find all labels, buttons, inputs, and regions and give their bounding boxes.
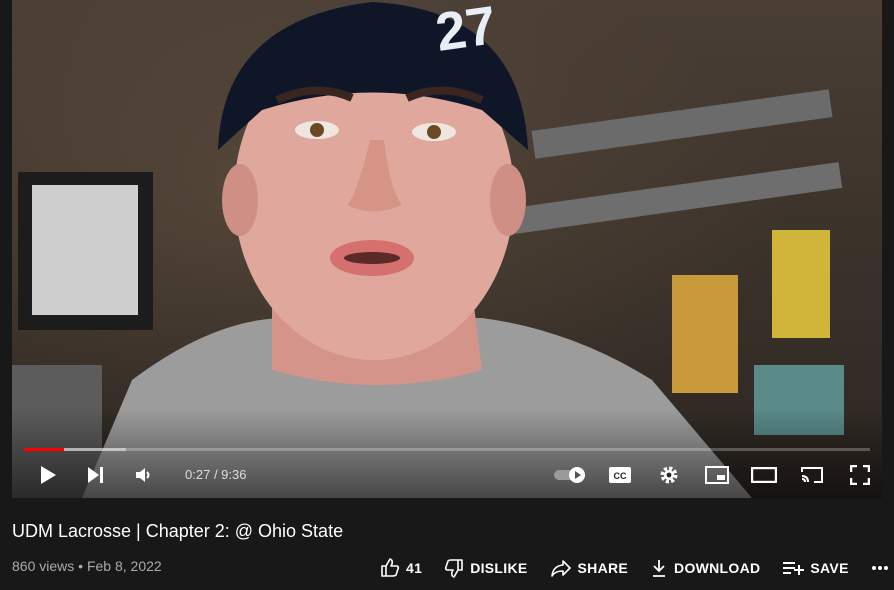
miniplayer-button[interactable] bbox=[703, 462, 731, 488]
play-button[interactable] bbox=[34, 462, 62, 488]
download-label: DOWNLOAD bbox=[674, 560, 761, 576]
time-display: 0:27 / 9:36 bbox=[185, 467, 246, 482]
save-button[interactable]: SAVE bbox=[782, 560, 848, 576]
next-button[interactable] bbox=[82, 462, 110, 488]
more-dots-icon bbox=[871, 566, 888, 570]
download-button[interactable]: DOWNLOAD bbox=[650, 558, 760, 578]
video-meta: 860 views • Feb 8, 2022 bbox=[12, 558, 162, 574]
autoplay-toggle[interactable] bbox=[552, 462, 588, 488]
theater-icon bbox=[751, 467, 777, 483]
more-actions-button[interactable] bbox=[871, 565, 889, 571]
captions-button[interactable]: CC bbox=[606, 462, 634, 488]
download-icon bbox=[653, 560, 666, 577]
thumb-up-icon bbox=[381, 558, 400, 577]
upload-date: Feb 8, 2022 bbox=[86, 558, 162, 574]
share-button[interactable]: SHARE bbox=[550, 559, 629, 577]
view-count: 860 views bbox=[12, 558, 75, 574]
video-title: UDM Lacrosse | Chapter 2: @ Ohio State bbox=[12, 521, 344, 541]
duration: 9:36 bbox=[221, 467, 247, 482]
cast-button[interactable] bbox=[798, 462, 826, 488]
wall-poster-yellow bbox=[772, 230, 830, 338]
volume-button[interactable] bbox=[130, 462, 158, 488]
wall-certificate bbox=[32, 185, 138, 315]
progress-played bbox=[24, 448, 64, 451]
svg-text:CC: CC bbox=[614, 471, 627, 481]
settings-button[interactable] bbox=[655, 462, 683, 488]
cc-icon: CC bbox=[609, 467, 631, 483]
theater-mode-button[interactable] bbox=[750, 462, 778, 488]
share-arrow-icon bbox=[550, 560, 571, 577]
wall-ski-top bbox=[531, 89, 833, 159]
action-bar: 41 DISLIKE SHARE DOWNLOAD SAVE bbox=[380, 558, 888, 578]
autoplay-toggle-icon bbox=[554, 467, 585, 483]
meta-separator: • bbox=[78, 558, 84, 574]
wall-ski-bottom bbox=[511, 162, 843, 234]
progress-bar[interactable] bbox=[24, 448, 870, 451]
beanie-number: 27 bbox=[432, 0, 500, 63]
save-playlist-icon bbox=[783, 562, 805, 575]
play-icon bbox=[41, 466, 56, 484]
video-player[interactable]: 27 0:27 / 9:36 CC bbox=[12, 0, 882, 498]
miniplayer-icon bbox=[705, 466, 729, 484]
like-count: 41 bbox=[406, 560, 423, 576]
volume-icon bbox=[136, 468, 150, 482]
thumb-down-icon bbox=[445, 559, 463, 578]
person-left-ear bbox=[222, 164, 258, 236]
person-right-ear bbox=[490, 164, 526, 236]
current-time: 0:27 bbox=[185, 467, 211, 482]
cast-icon bbox=[801, 467, 823, 483]
settings-gear-icon bbox=[660, 466, 678, 484]
ski-poster-better bbox=[672, 275, 738, 393]
dislike-label: DISLIKE bbox=[470, 560, 528, 576]
next-icon bbox=[88, 467, 103, 483]
fullscreen-icon bbox=[850, 465, 870, 485]
fullscreen-button[interactable] bbox=[846, 462, 874, 488]
save-label: SAVE bbox=[810, 560, 849, 576]
share-label: SHARE bbox=[577, 560, 629, 576]
dislike-button[interactable]: DISLIKE bbox=[444, 558, 527, 578]
like-button[interactable]: 41 bbox=[380, 558, 422, 578]
